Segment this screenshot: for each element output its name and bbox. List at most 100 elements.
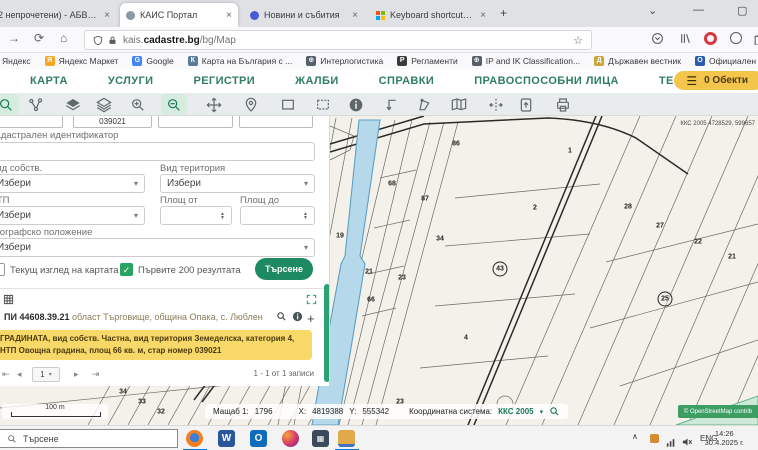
- next-page-button[interactable]: ▸: [74, 369, 79, 380]
- tab-list-button[interactable]: ⌄: [648, 4, 657, 17]
- clipped-input-old-number[interactable]: 039021: [73, 116, 152, 128]
- nav-zhalbi[interactable]: ЖАЛБИ: [295, 75, 339, 87]
- map-book-tool-button[interactable]: [446, 94, 472, 115]
- expand-icon[interactable]: [306, 292, 317, 310]
- url-bar[interactable]: kais.cadastre.bg/bg/Map ☆: [84, 30, 592, 50]
- add-icon[interactable]: +: [307, 311, 315, 326]
- pan-tool-button[interactable]: [201, 94, 227, 115]
- polygon-tool-button[interactable]: [411, 94, 437, 115]
- network-icon[interactable]: [666, 434, 676, 450]
- library-icon[interactable]: [678, 32, 692, 46]
- cadastral-id-input[interactable]: [0, 142, 315, 161]
- nav-karta[interactable]: КАРТА: [30, 75, 68, 87]
- pocket-icon[interactable]: [650, 32, 664, 46]
- sphere-app-icon[interactable]: [282, 430, 299, 447]
- reload-icon[interactable]: ⟳: [34, 31, 44, 45]
- layers-filled-tool-button[interactable]: [60, 94, 86, 115]
- panel-scrollbar[interactable]: [324, 284, 329, 382]
- account-icon[interactable]: [730, 32, 744, 46]
- location-tool-button[interactable]: [238, 94, 264, 115]
- page-select[interactable]: 1 ▾: [32, 367, 60, 382]
- nav-spravki[interactable]: СПРАВКИ: [379, 75, 435, 87]
- current-view-checkbox[interactable]: [0, 263, 5, 276]
- maximize-button[interactable]: ▢: [737, 4, 747, 17]
- close-icon[interactable]: ×: [480, 10, 486, 21]
- chevron-down-icon[interactable]: ▾: [540, 408, 544, 416]
- osm-attribution[interactable]: © OpenStreetMap contrib: [677, 405, 758, 418]
- print-tool-button[interactable]: [550, 94, 576, 115]
- objects-button[interactable]: ☰ 0 Обекти: [674, 71, 758, 90]
- nav-registri[interactable]: РЕГИСТРИ: [193, 75, 255, 87]
- compare-tool-button[interactable]: [483, 94, 509, 115]
- new-tab-button[interactable]: +: [500, 6, 507, 20]
- nav-uslugi[interactable]: УСЛУГИ: [108, 75, 154, 87]
- ntp-select[interactable]: Избери ▾: [0, 206, 145, 225]
- clipped-input[interactable]: [158, 116, 233, 128]
- info-icon[interactable]: [292, 311, 303, 325]
- word-icon[interactable]: W: [218, 430, 235, 447]
- tab-keyboard-shortcut[interactable]: Keyboard shortcut for print scr ×: [370, 3, 492, 27]
- bookmark-item[interactable]: Я Яндекс Маркет: [44, 56, 118, 66]
- firefox-icon[interactable]: [186, 430, 203, 447]
- zoom-in-tool-button[interactable]: [125, 94, 151, 115]
- shield-icon[interactable]: [93, 35, 103, 46]
- bookmark-item[interactable]: ⊕ IP and IK Classification...: [471, 56, 580, 66]
- spinner-icon[interactable]: ▲ ▼: [303, 211, 308, 220]
- close-icon[interactable]: ×: [352, 10, 358, 21]
- select-rect-dashed-tool-button[interactable]: [310, 94, 336, 115]
- search-icon[interactable]: [549, 406, 560, 417]
- outlook-icon[interactable]: O: [250, 430, 267, 447]
- tray-chevron-icon[interactable]: ∧: [632, 432, 638, 441]
- tab-kais-portal[interactable]: КАИС Портал ×: [120, 3, 238, 27]
- layers-tool-button[interactable]: [91, 94, 117, 115]
- area-to-input[interactable]: ▲ ▼: [240, 206, 315, 225]
- clipped-input[interactable]: [0, 116, 63, 128]
- volume-muted-icon[interactable]: [682, 434, 693, 450]
- area-from-input[interactable]: ▲ ▼: [160, 206, 232, 225]
- select-rect-tool-button[interactable]: [275, 94, 301, 115]
- snap-tool-button[interactable]: [23, 94, 49, 115]
- minimize-button[interactable]: —: [693, 4, 704, 16]
- crs-value[interactable]: ККС 2005: [498, 407, 533, 416]
- export-tool-button[interactable]: [513, 94, 539, 115]
- clipped-input[interactable]: [239, 116, 313, 128]
- ownership-select[interactable]: Избери ▾: [0, 174, 145, 193]
- first-200-checkbox[interactable]: ✓: [120, 263, 133, 276]
- onetab-icon[interactable]: [704, 32, 718, 46]
- tab-mail[interactable]: 642 непрочетени) - АБВ поща ×: [0, 3, 116, 27]
- tab-news[interactable]: Новини и събития ×: [244, 3, 364, 27]
- info-tool-button[interactable]: [343, 94, 369, 115]
- geo-position-select[interactable]: Избери ▾: [0, 238, 315, 257]
- bookmark-item[interactable]: Д Държавен вестник: [594, 56, 681, 66]
- bookmark-item[interactable]: ⊕ Интерлогистика: [306, 56, 383, 66]
- forward-icon[interactable]: →: [8, 31, 20, 45]
- bookmark-star-icon[interactable]: ☆: [573, 34, 583, 47]
- search-button[interactable]: Търсене: [255, 258, 313, 280]
- prev-page-button[interactable]: ◂: [17, 369, 22, 380]
- first-page-button[interactable]: ⇤: [2, 369, 10, 380]
- taskbar-search-input[interactable]: Търсене: [0, 429, 178, 448]
- bookmark-item[interactable]: G Google: [132, 56, 174, 66]
- search-tool-button[interactable]: [0, 94, 19, 115]
- nav-pravosposobni[interactable]: ПРАВОСПОСОБНИ ЛИЦА: [474, 75, 619, 87]
- extension-icon[interactable]: [752, 32, 758, 46]
- bookmark-item[interactable]: Р Регламенти: [397, 56, 458, 66]
- clock[interactable]: 14:26 30.4.2025 г.: [705, 429, 744, 447]
- zoom-out-tool-button[interactable]: [161, 94, 187, 115]
- calculator-icon[interactable]: ▦: [312, 430, 329, 447]
- tray-app-icon[interactable]: [650, 434, 659, 443]
- measure-tool-button[interactable]: [378, 94, 404, 115]
- files-app-icon[interactable]: [338, 430, 355, 447]
- territory-select[interactable]: Избери ▾: [160, 174, 315, 193]
- result-details[interactable]: ГРАДИНАТА, вид собств. Частна, вид терит…: [0, 330, 312, 360]
- last-page-button[interactable]: ⇥: [92, 369, 100, 380]
- bookmark-item[interactable]: К Карта на България с ...: [187, 56, 292, 66]
- grid-view-icon[interactable]: [3, 292, 14, 310]
- search-icon[interactable]: [276, 311, 287, 325]
- bookmark-item[interactable]: ООфициален вестник ...: [694, 56, 758, 66]
- home-icon[interactable]: ⌂: [60, 31, 67, 45]
- close-icon[interactable]: ×: [226, 10, 232, 21]
- spinner-icon[interactable]: ▲ ▼: [220, 211, 225, 220]
- bookmark-item[interactable]: ЯЯндекс: [0, 56, 31, 66]
- close-icon[interactable]: ×: [104, 10, 110, 21]
